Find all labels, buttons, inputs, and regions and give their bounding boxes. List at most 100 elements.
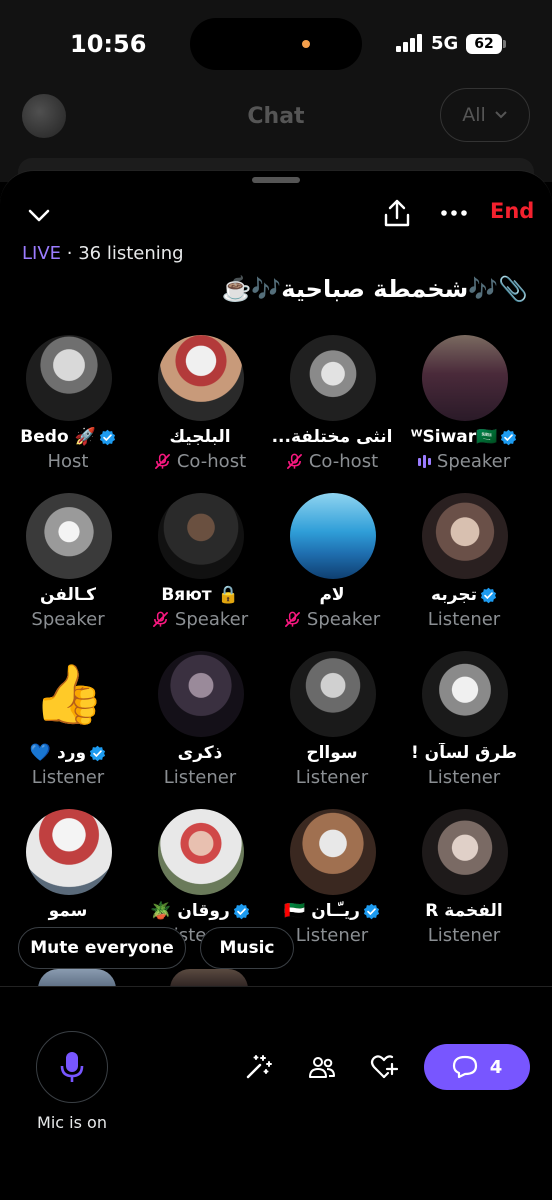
participant-name-text: Bedo 🚀 xyxy=(20,427,96,447)
participant-role: Listener xyxy=(398,925,530,946)
mute-everyone-button[interactable]: Mute everyone xyxy=(18,927,186,969)
participant-role-text: Speaker xyxy=(31,609,105,630)
participant-name-text: Вяют 🔒 xyxy=(161,585,239,605)
participant-name: كـالفن xyxy=(2,585,134,605)
participant-name: لام xyxy=(266,585,398,605)
participant-name: ورد 💙 xyxy=(2,743,134,763)
participant-name-text: ᵂSiwar🇸🇦 xyxy=(410,427,498,447)
participant-role-text: Listener xyxy=(427,609,501,630)
participant-tile[interactable]: سوااح Listener xyxy=(266,651,398,801)
participant-role: Speaker xyxy=(266,609,398,630)
mic-off-icon xyxy=(154,453,171,470)
mic-icon xyxy=(60,1052,84,1082)
listening-count: · 36 listening xyxy=(66,243,184,264)
chevron-down-icon[interactable] xyxy=(24,201,54,231)
participant-role-text: Listener xyxy=(427,925,501,946)
participant-role-text: Speaker xyxy=(436,451,511,472)
live-status: LIVE · 36 listening xyxy=(22,243,184,264)
verified-icon xyxy=(363,903,380,920)
status-time: 10:56 xyxy=(70,30,147,58)
participant-role: Listener xyxy=(2,767,134,788)
participant-name: طرق لسآن ! xyxy=(398,743,530,763)
participant-tile[interactable]: 👍 ورد 💙 Listener xyxy=(2,651,134,801)
avatar xyxy=(158,651,244,737)
participant-name: انثى مختلفة... xyxy=(266,427,398,447)
participant-tile[interactable]: تجربه Listener xyxy=(398,493,530,643)
more-icon[interactable] xyxy=(440,199,468,227)
mic-button[interactable] xyxy=(36,1031,108,1103)
avatar xyxy=(290,493,376,579)
mic-off-icon xyxy=(284,611,301,628)
mic-status-label: Mic is on xyxy=(37,1113,107,1132)
verified-icon xyxy=(99,429,116,446)
verified-icon xyxy=(233,903,250,920)
chat-button[interactable]: 4 xyxy=(424,1044,530,1090)
participant-tile[interactable]: لام Speaker xyxy=(266,493,398,643)
participant-tile[interactable]: Вяют 🔒 Speaker xyxy=(134,493,266,643)
participant-role: Listener xyxy=(398,767,530,788)
participant-name: Bedo 🚀 xyxy=(2,427,134,447)
participant-role: Host xyxy=(2,451,134,472)
avatar xyxy=(26,335,112,421)
participant-name: سمو xyxy=(2,901,134,921)
participant-name-text: انثى مختلفة... xyxy=(271,427,393,447)
participant-tile[interactable]: Bedo 🚀 Host xyxy=(2,335,134,485)
participant-role: Co-host xyxy=(266,451,398,472)
chat-bubble-icon xyxy=(452,1055,477,1079)
sheet-grabber[interactable] xyxy=(252,177,300,183)
participant-name: Вяют 🔒 xyxy=(134,585,266,605)
avatar xyxy=(158,809,244,895)
participant-role: Speaker xyxy=(398,451,530,472)
recording-dot xyxy=(302,40,310,48)
participant-name-text: ورد 💙 xyxy=(29,743,87,763)
avatar xyxy=(290,651,376,737)
participant-role: Listener xyxy=(398,609,530,630)
participant-tile[interactable]: ذكرى Listener xyxy=(134,651,266,801)
participant-name-text: تجربه xyxy=(431,585,477,605)
heart-plus-icon[interactable] xyxy=(370,1053,398,1081)
verified-icon xyxy=(89,745,106,762)
participant-name-text: لام xyxy=(319,585,345,605)
participant-name: الفخمة R xyxy=(398,901,530,921)
status-bar: 10:56 5G 62 xyxy=(0,0,552,92)
magic-wand-icon[interactable] xyxy=(244,1053,272,1081)
participant-role-text: Listener xyxy=(31,767,105,788)
mic-off-icon xyxy=(152,611,169,628)
participant-role-text: Listener xyxy=(163,767,237,788)
avatar xyxy=(26,493,112,579)
verified-icon xyxy=(500,429,517,446)
participant-role: Speaker xyxy=(2,609,134,630)
network-type: 5G xyxy=(431,33,459,54)
dynamic-island xyxy=(190,18,362,70)
participant-tile[interactable]: الفخمة R Listener xyxy=(398,809,530,959)
avatar xyxy=(422,335,508,421)
participant-tile[interactable]: طرق لسآن ! Listener xyxy=(398,651,530,801)
space-title: ☕️🎶شخمطة صباحية🎶📎 xyxy=(221,275,528,303)
live-tag: LIVE xyxy=(22,243,62,264)
participant-name-text: كـالفن xyxy=(40,585,96,605)
participant-name: سوااح xyxy=(266,743,398,763)
people-icon[interactable] xyxy=(308,1053,336,1081)
participant-name-text: سوااح xyxy=(306,743,358,763)
avatar xyxy=(422,493,508,579)
participant-role-text: Speaker xyxy=(174,609,249,630)
participant-role-text: Co-host xyxy=(176,451,247,472)
participant-tile[interactable]: كـالفن Speaker xyxy=(2,493,134,643)
end-button[interactable]: End xyxy=(490,199,534,223)
music-button[interactable]: Music xyxy=(200,927,294,969)
participant-tile[interactable]: ᵂSiwar🇸🇦 Speaker xyxy=(398,335,530,485)
participant-tile[interactable]: البلجيك Co-host xyxy=(134,335,266,485)
avatar xyxy=(158,335,244,421)
share-icon[interactable] xyxy=(382,197,412,229)
avatar xyxy=(290,809,376,895)
avatar xyxy=(422,809,508,895)
participant-name-text: البلجيك xyxy=(169,427,231,447)
participant-name-text: ريـّـان 🇦🇪 xyxy=(284,901,360,921)
avatar xyxy=(158,493,244,579)
avatar: 👍 xyxy=(32,660,106,728)
battery-nub xyxy=(503,40,506,48)
participant-name: ذكرى xyxy=(134,743,266,763)
participant-tile[interactable]: انثى مختلفة... Co-host xyxy=(266,335,398,485)
participant-name-text: روقان 🪴 xyxy=(150,901,230,921)
filter-dropdown[interactable]: All xyxy=(440,88,530,142)
